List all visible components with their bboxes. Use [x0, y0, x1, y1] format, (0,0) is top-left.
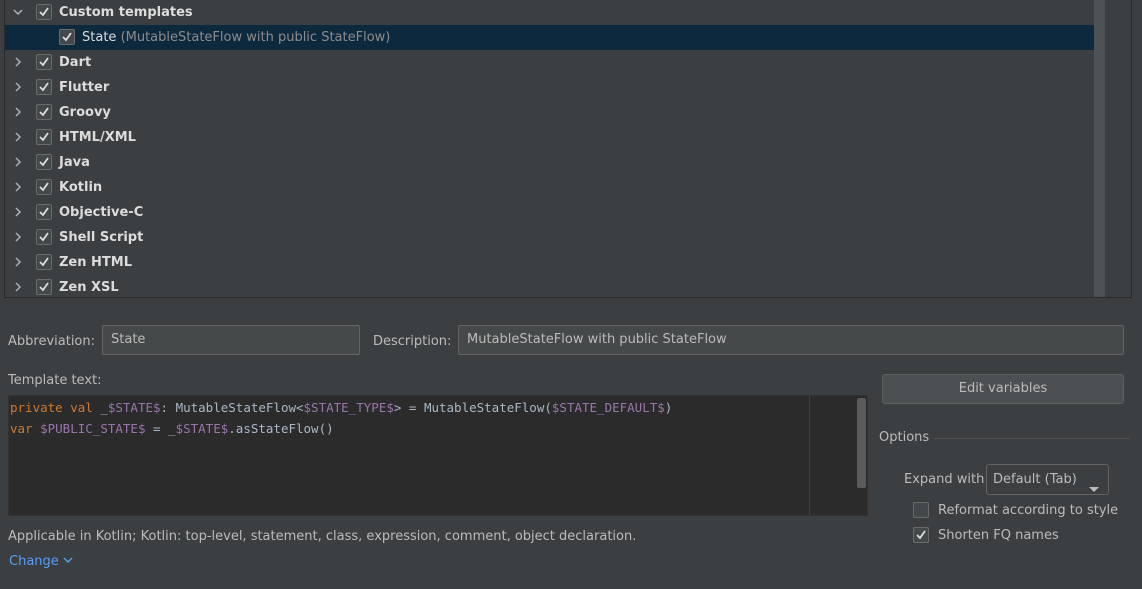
tree-group-objective-c[interactable]: Objective-C — [5, 200, 1100, 225]
group-checkbox[interactable] — [36, 179, 52, 195]
code-template-variable: $STATE$ — [175, 421, 229, 436]
group-label: HTML/XML — [59, 130, 136, 145]
chevron-right-icon[interactable] — [11, 80, 25, 94]
expand-with-label: Expand with — [904, 472, 985, 487]
edit-variables-button[interactable]: Edit variables — [882, 374, 1124, 404]
tree-group-java[interactable]: Java — [5, 150, 1100, 175]
group-label: Custom templates — [59, 5, 193, 20]
change-link-label: Change — [9, 554, 59, 569]
code-keyword: private val — [10, 400, 101, 415]
code-text: = _ — [145, 421, 176, 436]
abbreviation-field[interactable]: State — [102, 325, 360, 355]
chevron-right-icon[interactable] — [11, 155, 25, 169]
group-checkbox[interactable] — [36, 54, 52, 70]
right-margin-guide — [809, 396, 810, 515]
template-label: State (MutableStateFlow with public Stat… — [82, 30, 390, 45]
group-checkbox[interactable] — [36, 254, 52, 270]
options-title: Options — [879, 430, 930, 445]
group-label: Groovy — [59, 105, 111, 120]
code-text: > = MutableStateFlow( — [393, 400, 552, 415]
code-text: ) — [664, 400, 673, 415]
change-context-link[interactable]: Change — [9, 554, 73, 569]
shorten-fq-checkbox[interactable] — [913, 527, 929, 543]
template-description: (MutableStateFlow with public StateFlow) — [120, 30, 391, 45]
chevron-right-icon[interactable] — [11, 55, 25, 69]
group-checkbox[interactable] — [36, 79, 52, 95]
tree-group-flutter[interactable]: Flutter — [5, 75, 1100, 100]
code-text: : MutableStateFlow< — [160, 400, 304, 415]
code-text: _ — [100, 400, 108, 415]
tree-group-html-xml[interactable]: HTML/XML — [5, 125, 1100, 150]
template-name: State — [82, 30, 117, 45]
tree-group-custom-templates[interactable]: Custom templates — [5, 0, 1100, 25]
group-label: Java — [59, 155, 90, 170]
expand-with-value: Default (Tab) — [993, 472, 1077, 487]
code-keyword: var — [10, 421, 41, 436]
code-template-variable: $STATE_TYPE$ — [303, 400, 394, 415]
group-checkbox[interactable] — [36, 104, 52, 120]
live-templates-tree[interactable]: Custom templates State (MutableStateFlow… — [4, 0, 1132, 298]
options-separator — [935, 438, 1130, 439]
chevron-right-icon[interactable] — [11, 230, 25, 244]
tree-group-zen-xsl[interactable]: Zen XSL — [5, 275, 1100, 297]
chevron-down-icon[interactable] — [11, 5, 25, 19]
group-checkbox[interactable] — [36, 4, 52, 20]
tree-group-dart[interactable]: Dart — [5, 50, 1100, 75]
chevron-right-icon[interactable] — [11, 255, 25, 269]
group-label: Zen HTML — [59, 255, 132, 270]
tree-group-shell-script[interactable]: Shell Script — [5, 225, 1100, 250]
editor-scrollbar[interactable] — [857, 398, 866, 488]
group-checkbox[interactable] — [36, 129, 52, 145]
chevron-right-icon[interactable] — [11, 280, 25, 294]
shorten-fq-label: Shorten FQ names — [938, 528, 1059, 543]
code-template-variable: $STATE$ — [107, 400, 161, 415]
dropdown-arrow-icon — [1088, 476, 1100, 505]
template-text-editor[interactable]: private val _$STATE$: MutableStateFlow<$… — [8, 395, 868, 516]
chevron-right-icon[interactable] — [11, 105, 25, 119]
description-field[interactable]: MutableStateFlow with public StateFlow — [458, 325, 1124, 355]
tree-scrollbar[interactable] — [1094, 0, 1105, 297]
group-label: Zen XSL — [59, 280, 119, 295]
tree-group-kotlin[interactable]: Kotlin — [5, 175, 1100, 200]
chevron-right-icon[interactable] — [11, 180, 25, 194]
group-label: Flutter — [59, 80, 110, 95]
group-checkbox[interactable] — [36, 204, 52, 220]
group-label: Shell Script — [59, 230, 144, 245]
group-checkbox[interactable] — [36, 154, 52, 170]
code-line-1: private val _$STATE$: MutableStateFlow<$… — [10, 400, 672, 415]
code-text: .asStateFlow() — [228, 421, 334, 436]
chevron-right-icon[interactable] — [11, 130, 25, 144]
group-label: Objective-C — [59, 205, 144, 220]
description-label: Description: — [373, 334, 452, 349]
code-template-variable: $STATE_DEFAULT$ — [551, 400, 665, 415]
abbreviation-label: Abbreviation: — [8, 334, 96, 349]
code-line-2: var $PUBLIC_STATE$ = _$STATE$.asStateFlo… — [10, 421, 334, 436]
tree-group-zen-html[interactable]: Zen HTML — [5, 250, 1100, 275]
chevron-right-icon[interactable] — [11, 205, 25, 219]
chevron-down-icon — [63, 557, 73, 563]
group-label: Dart — [59, 55, 92, 70]
code-template-variable: $PUBLIC_STATE$ — [40, 421, 146, 436]
reformat-checkbox[interactable] — [913, 502, 929, 518]
applicable-context-text: Applicable in Kotlin; Kotlin: top-level,… — [8, 529, 637, 544]
group-checkbox[interactable] — [36, 279, 52, 295]
reformat-label: Reformat according to style — [938, 503, 1119, 518]
template-row-state[interactable]: State (MutableStateFlow with public Stat… — [5, 25, 1100, 50]
expand-with-dropdown[interactable]: Default (Tab) — [986, 464, 1109, 495]
template-text-label: Template text: — [8, 373, 102, 388]
tree-group-groovy[interactable]: Groovy — [5, 100, 1100, 125]
group-label: Kotlin — [59, 180, 103, 195]
group-checkbox[interactable] — [36, 229, 52, 245]
template-checkbox[interactable] — [59, 29, 75, 45]
